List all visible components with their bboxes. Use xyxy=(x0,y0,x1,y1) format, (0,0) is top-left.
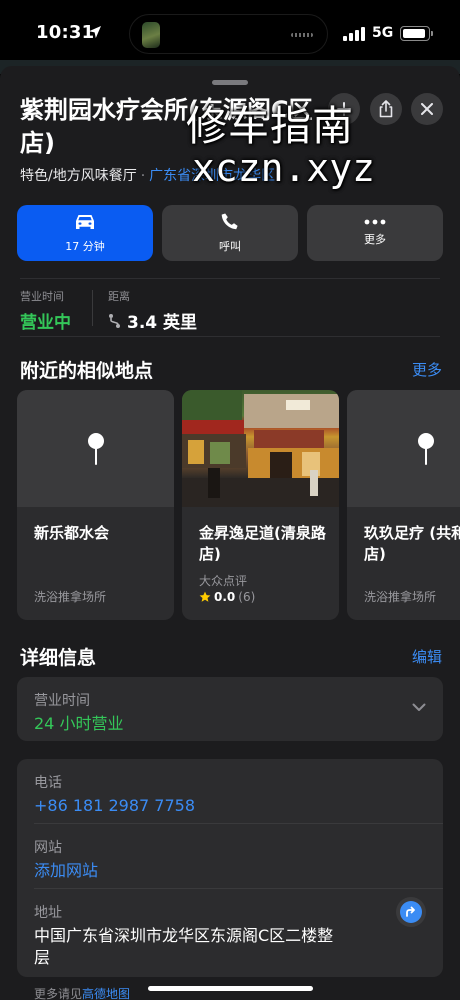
nearby-card[interactable]: 新乐都水会 洗浴推拿场所 xyxy=(17,390,174,620)
place-sheet: 紫荆园水疗会所(东源阁C区店) 特色/地方风味餐厅 · 广东省深圳市龙华区 修车指南… xyxy=(0,66,460,1000)
distance-row: 3.4 英里 xyxy=(108,308,197,333)
battery-icon xyxy=(400,26,433,41)
address-label: 地址 xyxy=(34,905,62,921)
now-playing-thumbnail xyxy=(142,22,160,48)
divider xyxy=(34,823,443,824)
watermark-title: 修车指南 xyxy=(186,102,354,150)
card-rating: 0.0 (6) xyxy=(199,590,255,604)
distance-value: 3.4 英里 xyxy=(127,313,198,333)
nearby-more-link[interactable]: 更多 xyxy=(412,359,442,380)
star-icon xyxy=(199,591,211,602)
info-divider xyxy=(92,290,93,326)
quick-info: 营业时间 营业中 距离 3.4 英里 xyxy=(20,288,440,333)
card-category: 洗浴推拿场所 xyxy=(364,590,437,604)
website-label: 网站 xyxy=(34,840,62,856)
nearby-card[interactable]: 玖玖足疗 (共和花园店) 洗浴推拿场所 xyxy=(347,390,460,620)
address-row[interactable]: 地址 中国广东省深圳市龙华区东源阁C区二楼整层 xyxy=(34,902,344,969)
route-icon xyxy=(109,313,120,328)
divider xyxy=(20,278,440,279)
phone-label: 电话 xyxy=(34,775,62,791)
divider xyxy=(34,888,443,889)
close-button[interactable] xyxy=(411,93,443,125)
hours-summary-value: 营业中 xyxy=(20,313,71,333)
watermark-domain: xczn.xyz xyxy=(192,146,376,190)
network-type: 5G xyxy=(372,25,394,41)
dynamic-island[interactable] xyxy=(129,14,328,54)
action-buttons: 17 分钟 呼叫 更多 xyxy=(17,205,443,261)
edit-link[interactable]: 编辑 xyxy=(412,646,442,667)
card-source: 大众点评 xyxy=(199,574,248,588)
subtitle-separator: · xyxy=(140,168,146,184)
status-bar: 10:31 5G xyxy=(0,0,460,66)
hours-summary: 营业时间 营业中 xyxy=(20,288,71,333)
contact-details: 电话 +86 181 2987 7758 网站 添加网站 地址 中国广东省深圳市… xyxy=(17,759,443,977)
address-directions-button[interactable] xyxy=(396,897,426,927)
phone-icon xyxy=(221,213,238,230)
share-icon xyxy=(379,100,393,118)
card-name: 金昇逸足道(清泉路店) xyxy=(199,524,326,563)
status-time: 10:31 xyxy=(36,22,95,43)
attribution: 更多请见高德地图 xyxy=(34,985,130,1000)
chevron-down-icon xyxy=(412,703,426,711)
directions-label: 17 分钟 xyxy=(65,240,105,253)
nearby-title: 附近的相似地点 xyxy=(20,360,154,382)
share-button[interactable] xyxy=(370,93,402,125)
location-arrow-icon xyxy=(89,26,101,38)
pin-icon xyxy=(417,432,434,465)
cellular-signal-icon xyxy=(343,27,365,41)
phone-row[interactable]: 电话 +86 181 2987 7758 xyxy=(34,772,426,817)
rating-count: (6) xyxy=(238,590,256,604)
hours-label: 营业时间 xyxy=(34,693,90,709)
website-row[interactable]: 网站 添加网站 xyxy=(34,837,426,882)
address-value: 中国广东省深圳市龙华区东源阁C区二楼整层 xyxy=(34,926,334,967)
card-category: 洗浴推拿场所 xyxy=(34,590,107,604)
add-website-link[interactable]: 添加网站 xyxy=(34,860,426,882)
card-image xyxy=(17,390,174,507)
pin-icon xyxy=(87,432,104,465)
call-button[interactable]: 呼叫 xyxy=(162,205,298,261)
nearby-cards: 新乐都水会 洗浴推拿场所 金昇逸足道(清泉路店) 大众点评 0.0 (6) 玖玖… xyxy=(17,390,460,620)
place-category: 特色/地方风味餐厅 xyxy=(20,168,137,184)
more-button[interactable]: 更多 xyxy=(307,205,443,261)
distance-summary: 距离 3.4 英里 xyxy=(108,288,197,333)
divider xyxy=(20,336,440,337)
attribution-prefix: 更多请见 xyxy=(34,987,83,1000)
call-label: 呼叫 xyxy=(219,240,241,253)
more-icon xyxy=(364,219,386,225)
card-image xyxy=(347,390,460,507)
directions-button[interactable]: 17 分钟 xyxy=(17,205,153,261)
card-name: 新乐都水会 xyxy=(34,524,110,542)
turn-arrow-icon xyxy=(400,901,422,923)
close-icon xyxy=(421,103,433,115)
sheet-grabber[interactable] xyxy=(212,80,248,85)
amap-link[interactable]: 高德地图 xyxy=(82,987,130,1000)
car-icon xyxy=(76,215,94,229)
phone-value[interactable]: +86 181 2987 7758 xyxy=(34,795,426,817)
card-name: 玖玖足疗 (共和花园店) xyxy=(364,524,460,563)
details-title: 详细信息 xyxy=(20,647,97,669)
rating-value: 0.0 xyxy=(214,590,236,604)
more-label: 更多 xyxy=(364,233,386,246)
storefront-photo xyxy=(182,390,339,507)
nearby-card[interactable]: 金昇逸足道(清泉路店) 大众点评 0.0 (6) xyxy=(182,390,339,620)
hours-summary-label: 营业时间 xyxy=(20,290,64,303)
storefront-image xyxy=(182,390,339,507)
hours-value: 24 小时营业 xyxy=(34,714,124,733)
distance-label: 距离 xyxy=(108,290,130,303)
waveform-icon xyxy=(291,33,313,37)
home-indicator[interactable] xyxy=(148,986,313,991)
hours-row[interactable]: 营业时间 24 小时营业 xyxy=(17,677,443,741)
